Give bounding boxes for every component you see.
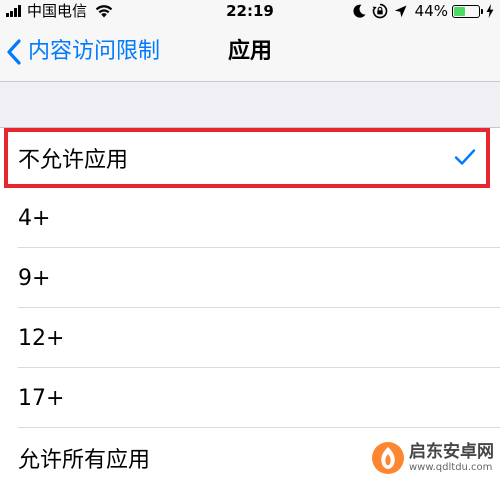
checkmark-icon [454,149,476,165]
option-label: 不允许应用 [18,148,129,173]
watermark-url: www.qdltdu.com [409,462,493,473]
location-icon [394,5,407,17]
option-row-12plus[interactable]: 12+ [0,308,500,368]
option-row-17plus[interactable]: 17+ [0,368,500,428]
option-label: 4+ [18,205,51,231]
option-label: 9+ [18,265,51,291]
moon-icon [353,4,366,18]
option-row-9plus[interactable]: 9+ [0,248,500,308]
battery-cap [481,8,483,14]
rotation-lock-icon [372,3,387,19]
battery-fill [454,6,465,16]
status-bar: 中国电信 22:19 44% [0,0,500,22]
option-label: 12+ [18,325,65,351]
status-right: 44% [347,2,494,20]
watermark-text: 启东安卓网 www.qdltdu.com [409,442,494,474]
battery-percent: 44% [414,2,448,20]
section-header [0,82,500,128]
navigation-bar: 内容访问限制 应用 [0,22,500,82]
option-label: 17+ [18,385,65,411]
battery-icon [452,4,483,18]
page-title: 应用 [227,39,272,64]
watermark-name: 启东安卓网 [409,442,494,462]
watermark-logo-icon [372,442,404,474]
options-list: 不允许应用 4+ 9+ 12+ 17+ 允许所有应用 [0,128,500,483]
screen: 中国电信 22:19 44% 内容访问限制 应用 不允许应用 4+ 9+ 12+… [0,0,500,483]
charging-icon [486,4,494,18]
watermark: 启东安卓网 www.qdltdu.com [371,441,494,475]
option-row-none[interactable]: 不允许应用 [4,128,490,188]
option-label: 允许所有应用 [18,448,151,473]
option-row-4plus[interactable]: 4+ [0,188,500,248]
